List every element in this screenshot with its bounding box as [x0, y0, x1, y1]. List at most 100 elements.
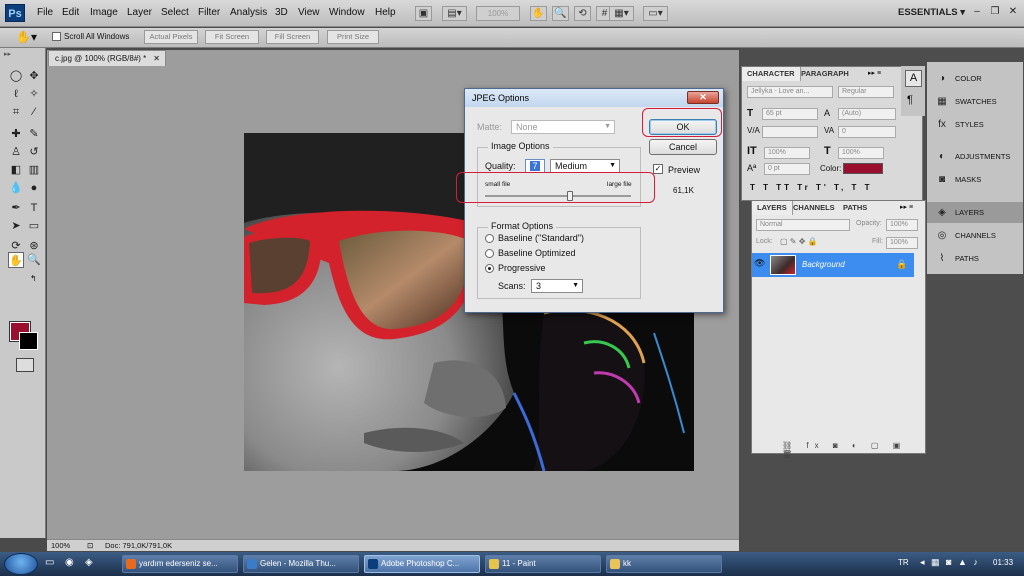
actual-pixels-button[interactable]: Actual Pixels — [144, 30, 198, 44]
show-desktop-icon[interactable]: ▭ — [45, 557, 54, 568]
clock[interactable]: 01:33 — [993, 558, 1013, 567]
fill-field[interactable]: 100% — [886, 237, 918, 249]
brush-tool-icon[interactable]: ✎ — [26, 126, 42, 142]
dodge-tool-icon[interactable]: ● — [26, 180, 42, 196]
dock-item-swatches[interactable]: ▦ SWATCHES — [927, 91, 1023, 112]
fill-screen-button[interactable]: Fill Screen — [266, 30, 319, 44]
history-brush-tool-icon[interactable]: ↺ — [26, 144, 42, 160]
menu-file[interactable]: File — [37, 7, 53, 18]
blend-mode-select[interactable]: Normal — [756, 219, 850, 231]
menu-edit[interactable]: Edit — [62, 7, 79, 18]
view-extras-icon[interactable]: ▤▾ — [442, 6, 467, 21]
crop-tool-icon[interactable]: ⌗ — [8, 104, 24, 120]
menu-filter[interactable]: Filter — [198, 7, 220, 18]
radio-baseline-standard[interactable] — [485, 234, 494, 243]
leading-field[interactable]: (Auto) — [838, 108, 896, 120]
radio-baseline-optimized[interactable] — [485, 249, 494, 258]
opacity-field[interactable]: 100% — [886, 219, 918, 231]
visibility-eye-icon[interactable]: 👁 — [754, 258, 765, 269]
system-tray-icons[interactable]: ◂ ▦ ◙ ▲ ♪ — [920, 557, 980, 568]
preview-checkbox[interactable]: ✓ — [653, 164, 663, 174]
taskbar-item-firefox[interactable]: yardım ederseniz se... — [122, 555, 238, 573]
document-tab[interactable]: c.jpg @ 100% (RGB/8#) * ✕ — [48, 50, 166, 66]
baseline-shift-field[interactable]: 0 pt — [764, 163, 810, 175]
start-button[interactable] — [4, 553, 38, 575]
font-size-field[interactable]: 65 pt — [762, 108, 818, 120]
scroll-all-windows-checkbox[interactable] — [52, 32, 61, 41]
radio-progressive[interactable] — [485, 264, 494, 273]
scans-select[interactable]: 3 ▼ — [531, 279, 583, 293]
magic-wand-tool-icon[interactable]: ✧ — [26, 86, 42, 102]
dock-item-paths[interactable]: ⌇ PATHS — [927, 248, 1023, 269]
swap-colors-icon[interactable]: ↰ — [30, 274, 37, 283]
print-size-button[interactable]: Print Size — [327, 30, 379, 44]
restore-icon[interactable]: ❐ — [988, 5, 1002, 18]
zoom-tool-icon[interactable]: 🔍 — [26, 252, 42, 268]
menu-window[interactable]: Window — [329, 7, 365, 18]
status-icon[interactable]: ⊡ — [87, 541, 93, 550]
eyedropper-tool-icon[interactable]: ⁄ — [26, 104, 42, 120]
hand-tool-preset-icon[interactable]: ✋▾ — [16, 30, 37, 44]
kerning-field[interactable] — [762, 126, 818, 138]
tab-character[interactable]: CHARACTER — [742, 67, 801, 81]
path-selection-tool-icon[interactable]: ➤ — [8, 218, 24, 234]
dock-item-layers[interactable]: ◈ LAYERS — [927, 202, 1023, 223]
zoom-level[interactable]: 100% — [51, 541, 70, 550]
arrange-documents-icon[interactable]: ▦▾ — [609, 6, 634, 21]
taskbar-item-photoshop[interactable]: Adobe Photoshop C... — [364, 555, 480, 573]
lock-icons[interactable]: ▢ ✎ ✥ 🔒 — [780, 237, 818, 246]
taskbar-item-thunderbird[interactable]: Gelen - Mozilla Thu... — [243, 555, 359, 573]
horizontal-scale-field[interactable]: 100% — [838, 147, 884, 159]
tab-channels[interactable]: CHANNELS — [788, 201, 840, 215]
layer-name[interactable]: Background — [802, 260, 845, 269]
close-document-icon[interactable]: ✕ — [153, 51, 160, 66]
blur-tool-icon[interactable]: 💧 — [8, 180, 24, 196]
zoom-level-select[interactable]: 100% — [476, 6, 520, 21]
screen-mode-icon[interactable]: ▭▾ — [643, 6, 668, 21]
language-indicator[interactable]: TR — [898, 558, 909, 567]
font-style-select[interactable]: Regular — [838, 86, 894, 98]
paragraph-panel-icon[interactable]: ¶ — [907, 94, 913, 106]
vertical-scale-field[interactable]: 100% — [764, 147, 810, 159]
tracking-field[interactable]: 0 — [838, 126, 896, 138]
pen-tool-icon[interactable]: ✒ — [8, 200, 24, 216]
dock-item-channels[interactable]: ◎ CHANNELS — [927, 225, 1023, 246]
close-icon[interactable]: ✕ — [1006, 5, 1020, 18]
rotate-view-icon[interactable]: ⟲ — [574, 6, 591, 21]
layer-row[interactable]: 👁 Background 🔒 — [752, 253, 914, 277]
menu-image[interactable]: Image — [90, 7, 118, 18]
gradient-tool-icon[interactable]: ▥ — [26, 162, 42, 178]
quick-launch-icon[interactable]: ◈ — [85, 557, 93, 568]
dock-item-adjustments[interactable]: ◐ ADJUSTMENTS — [927, 146, 1023, 167]
type-tool-icon[interactable]: T — [26, 200, 42, 216]
quick-launch-icon[interactable]: ◉ — [65, 557, 74, 568]
panel-menu-icon[interactable]: ▸▸ ≡ — [868, 69, 881, 77]
menu-layer[interactable]: Layer — [127, 7, 152, 18]
cancel-button[interactable]: Cancel — [649, 139, 717, 155]
marquee-tool-icon[interactable]: ◯ — [8, 68, 24, 84]
text-style-buttons-icon[interactable]: T T TT Tr T' T, T T — [750, 183, 872, 192]
character-panel-icon[interactable]: A — [905, 70, 922, 87]
text-color-swatch[interactable] — [843, 163, 883, 174]
minimize-icon[interactable]: – — [970, 5, 984, 18]
menu-help[interactable]: Help — [375, 7, 396, 18]
font-family-select[interactable]: Jellyka - Love an... — [747, 86, 833, 98]
healing-brush-tool-icon[interactable]: ✚ — [8, 126, 24, 142]
quick-mask-icon[interactable] — [16, 358, 34, 372]
eraser-tool-icon[interactable]: ◧ — [8, 162, 24, 178]
tab-paths[interactable]: PATHS — [838, 201, 872, 215]
taskbar-item-folder[interactable]: kk — [606, 555, 722, 573]
shape-tool-icon[interactable]: ▭ — [26, 218, 42, 234]
taskbar-item-paint[interactable]: 11 - Paint — [485, 555, 601, 573]
clone-stamp-tool-icon[interactable]: ♙ — [8, 144, 24, 160]
workspace-switcher[interactable]: ESSENTIALS ▾ — [898, 7, 965, 18]
menu-analysis[interactable]: Analysis — [230, 7, 267, 18]
layer-footer-icons[interactable]: ⛓ fx ◙ ◐ ▢ ▣ 🗑 — [782, 441, 925, 459]
dock-item-styles[interactable]: fx STYLES — [927, 114, 1023, 135]
lasso-tool-icon[interactable]: ℓ — [8, 86, 24, 102]
quality-preset-select[interactable]: Medium ▼ — [550, 159, 620, 173]
collapse-arrows-icon[interactable]: ▸▸ — [4, 50, 11, 58]
hand-tool-icon[interactable]: ✋ — [530, 6, 547, 21]
zoom-tool-icon[interactable]: 🔍 — [552, 6, 569, 21]
hand-tool-icon[interactable]: ✋ — [8, 252, 24, 268]
